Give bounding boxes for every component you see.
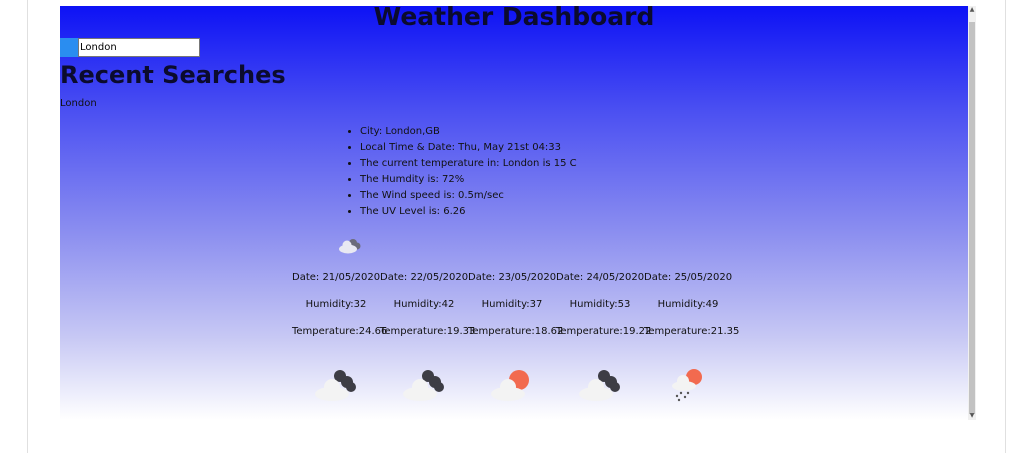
partly-cloudy-icon [491,370,529,401]
city-line: City: London,GB [360,124,577,140]
forecast-date: Date: 25/05/2020 [644,272,733,283]
forecast-humidity: Humidity:37 [481,299,543,310]
window-border-right [1005,0,1006,453]
vertical-scrollbar[interactable]: ▲ ▼ [968,6,976,420]
weather-page: Weather Dashboard Recent Searches London… [60,6,968,420]
search-button[interactable] [60,38,78,57]
forecast-date: Date: 24/05/2020 [556,272,645,283]
page-title: Weather Dashboard [373,6,655,31]
scroll-up-icon[interactable]: ▲ [968,6,976,14]
scroll-down-icon[interactable]: ▼ [968,412,976,420]
window-border-left [27,0,28,453]
forecast-date: Date: 21/05/2020 [292,272,381,283]
local-time-line: Local Time & Date: Thu, May 21st 04:33 [360,140,577,156]
forecast-temperature: Temperature:19.33 [380,326,476,337]
current-weather-list: City: London,GB Local Time & Date: Thu, … [342,124,577,220]
broken-clouds-icon [403,370,444,401]
cloudy-icon [339,239,361,254]
forecast-date: Date: 23/05/2020 [468,272,557,283]
forecast-humidity: Humidity:42 [393,299,455,310]
wind-speed-line: The Wind speed is: 0.5m/sec [360,188,577,204]
broken-clouds-icon [579,370,620,401]
forecast-temperature: Temperature:18.62 [468,326,564,337]
forecast-temperature: Temperature:24.66 [292,326,388,337]
forecast-temperature-row: Temperature:24.66 Temperature:19.33 Temp… [292,326,740,337]
humidity-line: The Humdity is: 72% [360,172,577,188]
rain-icon [672,369,702,402]
forecast-humidity: Humidity:32 [305,299,367,310]
forecast-temperature: Temperature:19.22 [556,326,652,337]
search-input[interactable] [78,38,200,57]
recent-searches-heading: Recent Searches [60,61,286,89]
uv-level-line: The UV Level is: 6.26 [360,204,577,220]
forecast-humidity: Humidity:49 [657,299,719,310]
temperature-line: The current temperature in: London is 15… [360,156,577,172]
forecast-icons-row [310,366,750,402]
forecast-humidity: Humidity:53 [569,299,631,310]
forecast-date: Date: 22/05/2020 [380,272,469,283]
scrollbar-thumb[interactable] [969,22,975,414]
recent-search-item[interactable]: London [60,98,97,109]
broken-clouds-icon [315,370,356,401]
forecast-dates-row: Date: 21/05/2020 Date: 22/05/2020 Date: … [292,272,732,283]
forecast-humidity-row: Humidity:32 Humidity:42 Humidity:37 Humi… [292,299,732,310]
forecast-temperature: Temperature:21.35 [644,326,740,337]
